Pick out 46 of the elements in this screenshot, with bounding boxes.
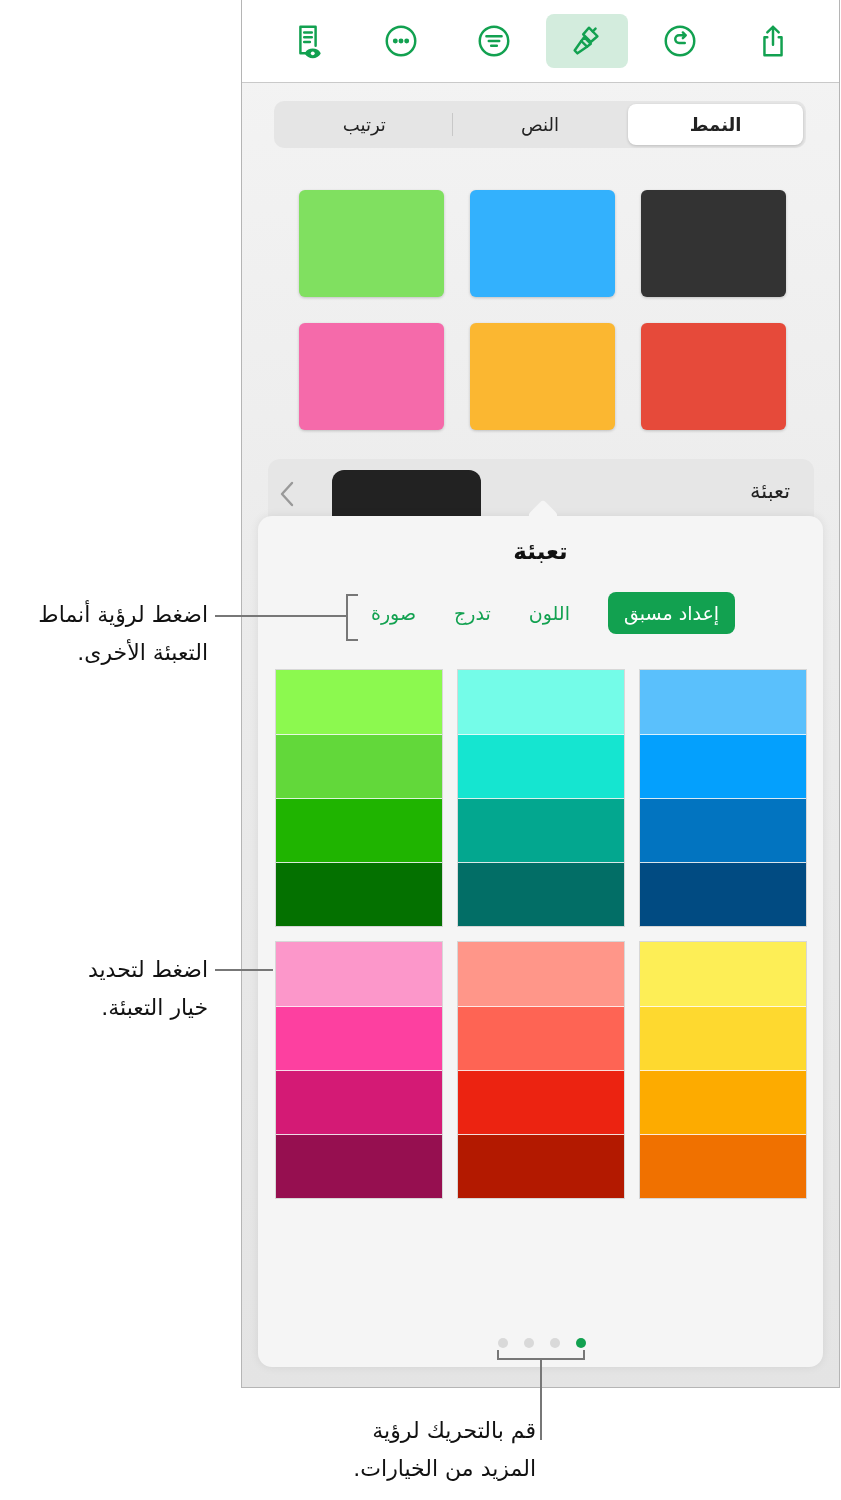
color-preset[interactable] — [640, 670, 806, 734]
callout-text: قم بالتحريك لرؤية المزيد من الخيارات. — [352, 1417, 536, 1483]
color-preset[interactable] — [640, 1006, 806, 1070]
color-preset[interactable] — [276, 798, 442, 862]
style-swatch[interactable] — [641, 323, 786, 430]
style-swatch[interactable] — [299, 323, 444, 430]
color-preset[interactable] — [458, 862, 624, 926]
callout-text: اضغط لرؤية أنماط التعبئة الأخرى. — [37, 599, 208, 667]
color-preset[interactable] — [458, 734, 624, 798]
color-preset[interactable] — [276, 1070, 442, 1134]
chevron-left-icon — [280, 481, 294, 507]
color-preset[interactable] — [458, 798, 624, 862]
style-swatch[interactable] — [470, 323, 615, 430]
tab[interactable]: النص — [452, 104, 628, 145]
style-swatch[interactable] — [299, 190, 444, 297]
color-preset[interactable] — [458, 1006, 624, 1070]
style-swatch[interactable] — [470, 190, 615, 297]
color-preset[interactable] — [276, 670, 442, 734]
page-dot[interactable] — [549, 1338, 560, 1348]
color-preset[interactable] — [276, 862, 442, 926]
callout-text: اضغط لتحديد خيار التعبئة. — [86, 956, 208, 1022]
color-preset[interactable] — [640, 862, 806, 926]
color-preset[interactable] — [276, 1006, 442, 1070]
fill-label: تعبئة — [749, 479, 790, 503]
bracket — [346, 594, 358, 641]
color-preset[interactable] — [276, 734, 442, 798]
page-dot[interactable] — [497, 1338, 508, 1348]
color-preset[interactable] — [640, 798, 806, 862]
color-preset[interactable] — [458, 942, 624, 1006]
popover-title: تعبئة — [512, 538, 569, 564]
leader-line — [215, 969, 273, 971]
color-preset[interactable] — [458, 1070, 624, 1134]
page-dot[interactable] — [523, 1338, 534, 1348]
color-preset[interactable] — [640, 734, 806, 798]
color-preset[interactable] — [276, 942, 442, 1006]
page-dot[interactable] — [575, 1338, 586, 1348]
color-preset[interactable] — [276, 1134, 442, 1198]
color-preset[interactable] — [640, 1134, 806, 1198]
tab[interactable]: النمط — [628, 104, 803, 145]
tab[interactable]: ترتيب — [277, 104, 452, 145]
color-preset[interactable] — [640, 942, 806, 1006]
style-swatch[interactable] — [641, 190, 786, 297]
color-preset[interactable] — [458, 670, 624, 734]
color-preset[interactable] — [640, 1070, 806, 1134]
toolbar-button[interactable] — [546, 14, 628, 68]
color-preset[interactable] — [458, 1134, 624, 1198]
